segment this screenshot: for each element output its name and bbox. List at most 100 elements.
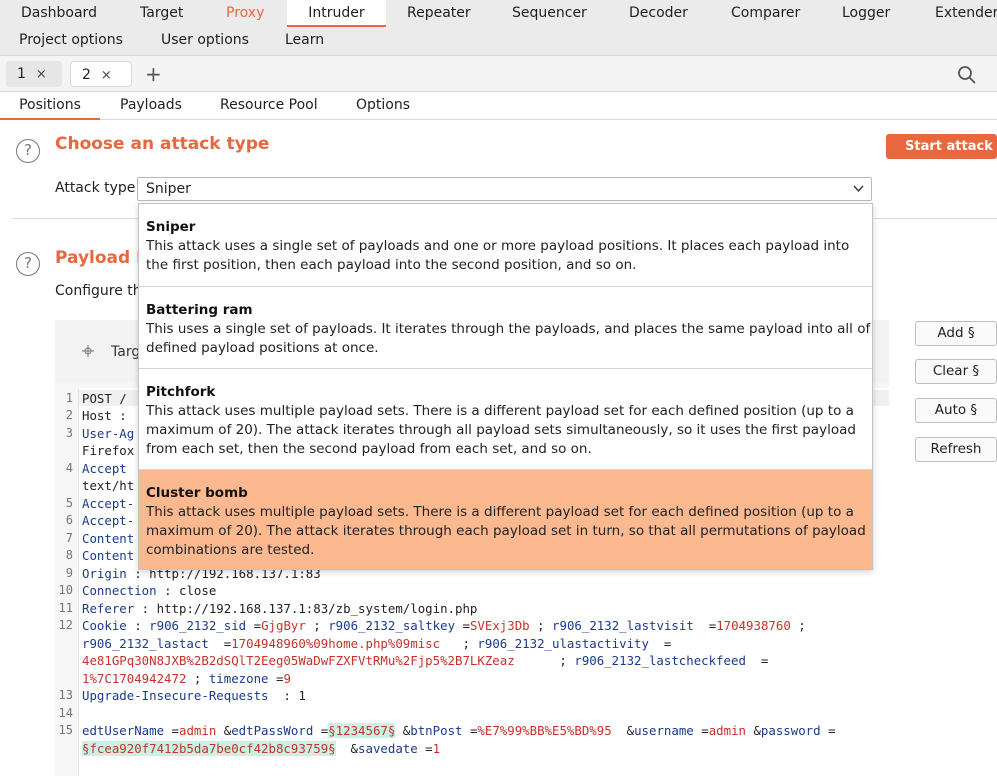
nav-tab-extender[interactable]: Extender (935, 0, 997, 27)
line-number: 9 (65, 566, 73, 580)
code-line: Accept- (82, 513, 135, 528)
line-number: 6 (65, 513, 73, 527)
line-number: 10 (58, 583, 73, 597)
tab-options[interactable]: Options (356, 92, 410, 120)
clear-marker-button[interactable]: Clear § (915, 359, 997, 384)
attack-type-selected: Sniper (146, 181, 191, 197)
tab-positions[interactable]: Positions (0, 92, 100, 120)
line-number: 5 (65, 496, 73, 510)
code-line-cookie-cont: 1%7C1704942472 ; timezone =9 (82, 671, 291, 686)
code-line: Content (82, 548, 135, 563)
option-sniper[interactable]: Sniper This attack uses a single set of … (139, 204, 872, 287)
line-number: 2 (65, 408, 73, 422)
close-icon[interactable]: × (101, 68, 112, 83)
attack-type-label: Attack type: (55, 180, 141, 196)
intruder-subtabs: Positions Payloads Resource Pool Options (0, 92, 997, 120)
code-line: Content (82, 531, 135, 546)
move-icon (82, 345, 94, 357)
code-line: Firefox (82, 443, 135, 458)
payload-position-marker: §1234567§ (328, 723, 396, 738)
nav-tab-logger[interactable]: Logger (842, 0, 890, 27)
attack-type-select[interactable]: Sniper (137, 177, 872, 201)
code-line-cookie-cont: r906_2132_lastact =1704948960%09home.php… (82, 636, 672, 651)
option-description: maximum of 20). The attack iterates thro… (146, 422, 856, 439)
chevron-down-icon (853, 185, 864, 193)
refresh-button[interactable]: Refresh (915, 437, 997, 462)
code-line: User-Ag (82, 426, 135, 441)
search-icon[interactable] (957, 65, 977, 85)
option-description: maximum of 20). The attack iterates thro… (146, 523, 866, 540)
code-line: Accept (82, 461, 127, 476)
target-label: Targ (111, 344, 141, 360)
line-number: 8 (65, 548, 73, 562)
nav-tab-repeater[interactable]: Repeater (407, 0, 471, 27)
option-description: combinations are tested. (146, 542, 315, 559)
line-number: 1 (65, 391, 73, 405)
option-battering-ram[interactable]: Battering ram This uses a single set of … (139, 287, 872, 369)
code-line: Host : (82, 408, 127, 423)
top-nav-row-1: Dashboard Target Proxy Intruder Repeater… (0, 0, 997, 27)
payload-positions-description: Configure th (55, 283, 142, 299)
line-number: 7 (65, 531, 73, 545)
option-description: This uses a single set of payloads. It i… (146, 321, 872, 337)
nav-tab-intruder[interactable]: Intruder (287, 0, 386, 27)
nav-tab-proxy[interactable]: Proxy (226, 0, 264, 27)
code-line-body: edtUserName =admin &edtPassWord =§123456… (82, 723, 836, 738)
code-line-body-cont: §fcea920f7412b5da7be0cf42b8c93759§ &save… (82, 741, 441, 756)
line-number: 14 (58, 706, 73, 720)
option-title: Pitchfork (146, 384, 216, 400)
attack-type-dropdown: Sniper This attack uses a single set of … (138, 203, 873, 570)
option-title: Sniper (146, 219, 196, 235)
nav-tab-project-options[interactable]: Project options (19, 27, 123, 54)
attack-tab-1[interactable]: 1 × (6, 61, 62, 87)
top-nav: Dashboard Target Proxy Intruder Repeater… (0, 0, 997, 56)
line-number: 4 (65, 461, 73, 475)
help-icon[interactable]: ? (16, 139, 40, 163)
option-title: Battering ram (146, 302, 253, 318)
nav-tab-decoder[interactable]: Decoder (629, 0, 688, 27)
attack-tab-label: 1 (17, 66, 26, 82)
option-pitchfork[interactable]: Pitchfork This attack uses multiple payl… (139, 369, 872, 470)
code-line-cookie: Cookie : r906_2132_sid =GjgByr ; r906_21… (82, 618, 806, 633)
option-cluster-bomb[interactable]: Cluster bomb This attack uses multiple p… (139, 470, 872, 569)
option-title: Cluster bomb (146, 485, 248, 501)
code-line-cookie-cont: 4e81GPq30N8JXB%2B2dSQlT2Eeg05WaDwFZXFVtR… (82, 653, 769, 668)
option-description: from each set, then the second payload f… (146, 441, 592, 458)
nav-tab-sequencer[interactable]: Sequencer (512, 0, 587, 27)
tab-payloads[interactable]: Payloads (120, 92, 182, 120)
top-nav-row-2: Project options User options Learn (0, 27, 997, 54)
code-line: POST / (82, 391, 127, 406)
code-line-upgrade: Upgrade-Insecure-Requests : 1 (82, 688, 306, 703)
code-line-referer: Referer : http://192.168.137.1:83/zb_sys… (82, 601, 478, 616)
nav-tab-comparer[interactable]: Comparer (731, 0, 800, 27)
line-number-gutter: 1 2 3 4 5 6 7 8 9 10 11 12 13 14 15 (55, 388, 79, 776)
nav-tab-user-options[interactable]: User options (161, 27, 249, 54)
line-number: 15 (58, 723, 73, 737)
line-number: 11 (58, 601, 73, 615)
option-description: This attack uses multiple payload sets. … (146, 403, 854, 419)
attack-tab-label: 2 (82, 67, 91, 83)
nav-tab-target[interactable]: Target (140, 0, 183, 27)
nav-tab-learn[interactable]: Learn (285, 27, 324, 54)
auto-marker-button[interactable]: Auto § (915, 398, 997, 423)
start-attack-button[interactable]: Start attack (886, 134, 997, 159)
help-icon[interactable]: ? (16, 252, 40, 276)
option-description: This attack uses multiple payload sets. … (146, 504, 854, 520)
code-line-connection: Connection : close (82, 583, 217, 598)
nav-tab-dashboard[interactable]: Dashboard (21, 0, 97, 27)
option-description: This attack uses a single set of payload… (146, 238, 850, 254)
add-tab-icon[interactable]: + (145, 62, 162, 86)
line-number: 3 (65, 426, 73, 440)
option-description: defined payload positions at once. (146, 340, 379, 357)
tab-resource-pool[interactable]: Resource Pool (220, 92, 318, 120)
attack-tab-2[interactable]: 2 × (70, 61, 132, 87)
line-number: 12 (58, 618, 73, 632)
code-line: Accept- (82, 496, 135, 511)
add-marker-button[interactable]: Add § (915, 321, 997, 346)
code-line: text/ht (82, 478, 135, 493)
option-description: the first position, then each payload in… (146, 257, 637, 274)
close-icon[interactable]: × (36, 67, 47, 82)
payload-positions-title: Payload P (55, 248, 149, 268)
payload-position-marker: §fcea920f7412b5da7be0cf42b8c93759§ (82, 741, 336, 756)
line-number: 13 (58, 688, 73, 702)
